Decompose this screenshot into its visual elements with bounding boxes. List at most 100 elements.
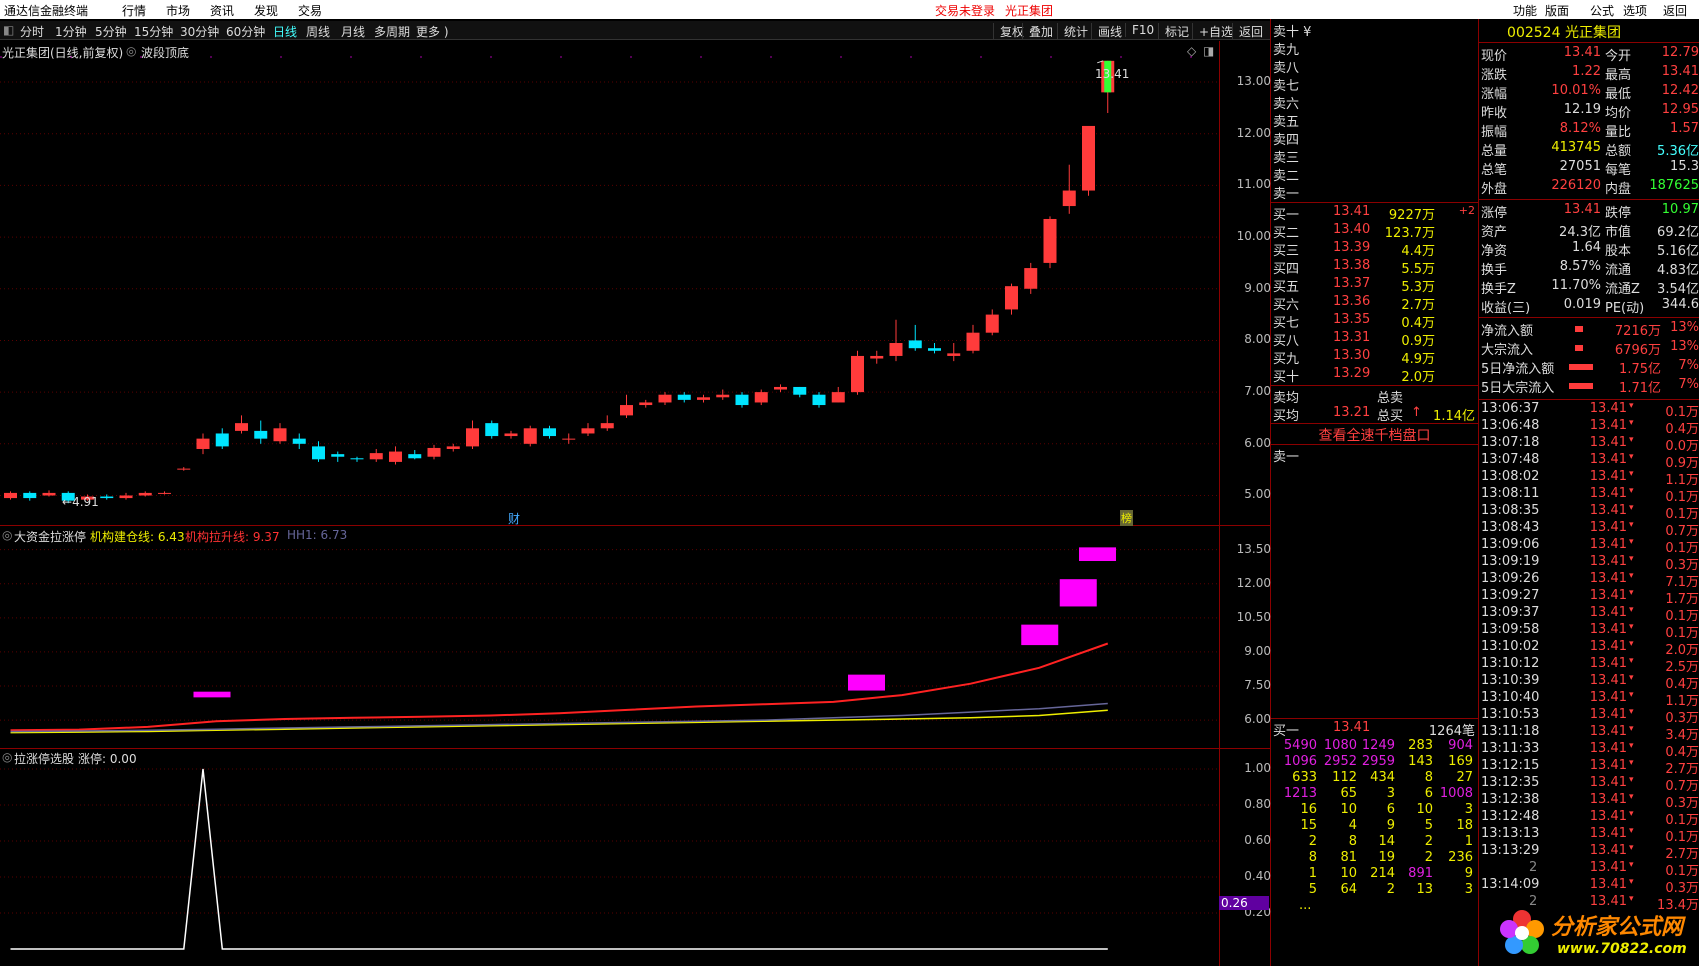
candle-body[interactable] xyxy=(947,353,961,356)
menu-back[interactable]: 返回 xyxy=(1663,2,1687,19)
tab-intraday[interactable]: 分时 xyxy=(20,23,44,40)
menu-discover[interactable]: 发现 xyxy=(254,2,278,19)
overlay-button[interactable]: 叠加 xyxy=(1022,23,1053,40)
candle-body[interactable] xyxy=(466,428,479,447)
candle-body[interactable] xyxy=(331,454,345,457)
candle-body[interactable] xyxy=(350,458,364,460)
candle-body[interactable] xyxy=(196,438,210,449)
tab-30min[interactable]: 30分钟 xyxy=(180,23,219,40)
candle-body[interactable] xyxy=(812,394,826,406)
candle-body[interactable] xyxy=(23,492,37,499)
candle-body[interactable] xyxy=(4,492,17,499)
menu-markets[interactable]: 市场 xyxy=(166,2,190,19)
candle-body[interactable] xyxy=(851,355,864,393)
candle-body[interactable] xyxy=(697,397,710,400)
tab-weekly[interactable]: 周线 xyxy=(306,23,330,40)
candle-body[interactable] xyxy=(446,446,460,449)
candle-body[interactable] xyxy=(158,492,171,494)
buy-level-label: 买二 xyxy=(1273,226,1300,241)
menu-market[interactable]: 行情 xyxy=(122,2,146,19)
candle-body[interactable] xyxy=(677,394,691,400)
candle-body[interactable] xyxy=(658,394,672,403)
draw-line-button[interactable]: 画线 xyxy=(1091,23,1122,40)
candle-body[interactable] xyxy=(389,451,402,462)
toolbar-toggle-icon[interactable]: ◧ xyxy=(3,23,14,37)
signal-block[interactable] xyxy=(1079,547,1116,561)
f10-button[interactable]: F10 xyxy=(1125,23,1154,37)
candle-body[interactable] xyxy=(716,394,730,398)
login-status[interactable]: 交易未登录 xyxy=(935,2,995,19)
candle-body[interactable] xyxy=(273,428,287,442)
menu-trade[interactable]: 交易 xyxy=(298,2,322,19)
add-watchlist-button[interactable]: +自选 xyxy=(1192,23,1233,40)
menu-options[interactable]: 选项 xyxy=(1623,2,1647,19)
candle-body[interactable] xyxy=(1043,218,1057,263)
signal-block[interactable] xyxy=(1021,624,1059,646)
candle-body[interactable] xyxy=(504,433,518,437)
tab-5min[interactable]: 5分钟 xyxy=(95,23,127,40)
candle-body[interactable] xyxy=(42,492,56,496)
candle-body[interactable] xyxy=(870,355,884,359)
candle-body[interactable] xyxy=(100,496,114,499)
candle-body[interactable] xyxy=(985,314,999,333)
candle-body[interactable] xyxy=(485,423,499,437)
candle-body[interactable] xyxy=(292,438,306,444)
menu-layout[interactable]: 版面 xyxy=(1545,2,1569,19)
candle-body[interactable] xyxy=(235,423,248,431)
stats-button[interactable]: 统计 xyxy=(1057,23,1088,40)
candle-body[interactable] xyxy=(639,402,653,406)
indicator2-chart[interactable] xyxy=(0,749,1219,966)
ranking-marker[interactable]: 榜 xyxy=(1120,510,1133,526)
candle-body[interactable] xyxy=(928,348,941,351)
candle-body[interactable] xyxy=(793,386,807,395)
candle-body[interactable] xyxy=(1024,268,1038,289)
candle-body[interactable] xyxy=(138,492,152,496)
candle-body[interactable] xyxy=(966,332,980,351)
signal-block[interactable] xyxy=(848,674,885,691)
tab-more[interactable]: 更多 ) xyxy=(416,23,449,40)
candle-body[interactable] xyxy=(427,447,441,457)
candle-body[interactable] xyxy=(408,454,422,459)
full-book-link[interactable]: 查看全速千档盘口 xyxy=(1271,425,1478,444)
candle-body[interactable] xyxy=(1005,286,1018,310)
back-button[interactable]: 返回 xyxy=(1232,23,1263,40)
candle-body[interactable] xyxy=(600,423,614,429)
menu-function[interactable]: 功能 xyxy=(1513,2,1537,19)
candle-body[interactable] xyxy=(908,340,922,349)
candle-body[interactable] xyxy=(735,394,749,406)
tab-daily[interactable]: 日线 xyxy=(273,23,297,40)
candle-body[interactable] xyxy=(831,392,845,403)
tab-multi-period[interactable]: 多周期 xyxy=(374,23,410,40)
candle-body[interactable] xyxy=(889,343,903,356)
candle-body[interactable] xyxy=(1062,190,1076,207)
candle-body[interactable] xyxy=(312,446,325,460)
tab-60min[interactable]: 60分钟 xyxy=(226,23,265,40)
mark-button[interactable]: 标记 xyxy=(1158,23,1189,40)
candle-body[interactable] xyxy=(1082,125,1095,191)
candle-body[interactable] xyxy=(754,392,768,403)
indicator1-chart[interactable] xyxy=(0,526,1219,748)
candle-body[interactable] xyxy=(254,430,268,439)
buy-level-price: 13.37 xyxy=(1333,276,1371,291)
tab-1min[interactable]: 1分钟 xyxy=(55,23,87,40)
menu-news[interactable]: 资讯 xyxy=(210,2,234,19)
candle-body[interactable] xyxy=(215,433,229,447)
tick-time: 13:10:02 xyxy=(1481,639,1540,654)
candle-body[interactable] xyxy=(581,428,595,434)
signal-block[interactable] xyxy=(193,691,231,698)
tab-monthly[interactable]: 月线 xyxy=(341,23,365,40)
signal-block[interactable] xyxy=(1059,579,1097,607)
candlestick-chart[interactable] xyxy=(0,41,1219,525)
candle-body[interactable] xyxy=(562,438,576,440)
candle-body[interactable] xyxy=(369,453,383,460)
candle-body[interactable] xyxy=(177,468,191,470)
tab-15min[interactable]: 15分钟 xyxy=(134,23,173,40)
menu-formula[interactable]: 公式 xyxy=(1590,2,1614,19)
restore-rights-button[interactable]: 复权 xyxy=(993,23,1024,40)
candle-body[interactable] xyxy=(543,428,556,437)
candle-body[interactable] xyxy=(620,405,633,416)
candle-body[interactable] xyxy=(774,386,787,390)
finance-marker[interactable]: 财 xyxy=(508,510,520,527)
candle-body[interactable] xyxy=(119,495,133,499)
candle-body[interactable] xyxy=(523,428,537,444)
